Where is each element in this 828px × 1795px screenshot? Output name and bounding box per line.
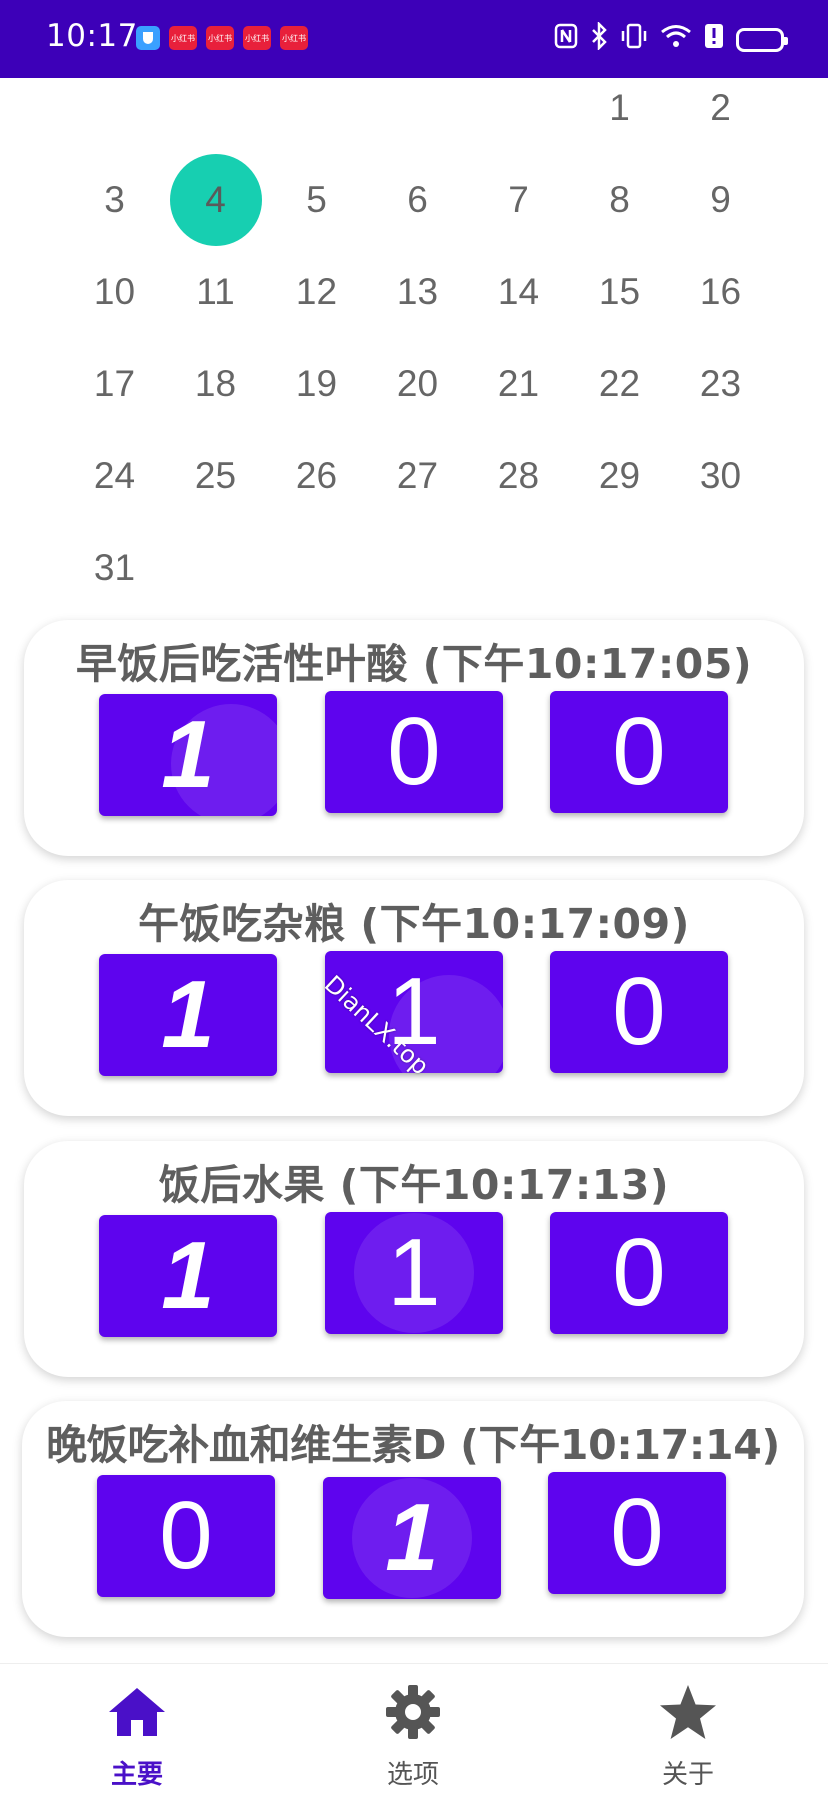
calendar-day[interactable]: 14 <box>468 246 569 338</box>
reminder-card: 午饭吃杂粮 (下午10:17:09) 1 1 0 <box>24 880 804 1116</box>
calendar-day[interactable]: 2 <box>670 62 771 154</box>
calendar-day[interactable]: 24 <box>64 430 165 522</box>
reminder-card: 晚饭吃补血和维生素D (下午10:17:14) 0 1 0 <box>22 1401 804 1637</box>
calendar-day[interactable]: 16 <box>670 246 771 338</box>
calendar-day[interactable]: 7 <box>468 154 569 246</box>
counter-box[interactable]: 1 <box>325 1212 503 1334</box>
calendar-day[interactable]: 11 <box>165 246 266 338</box>
counter-box[interactable]: 0 <box>550 1212 728 1334</box>
reminder-title: 午饭吃杂粮 (下午10:17:09) <box>138 900 690 948</box>
calendar-day[interactable]: 8 <box>569 154 670 246</box>
battery-icon <box>736 27 788 52</box>
calendar-day[interactable]: 3 <box>64 154 165 246</box>
calendar-day[interactable]: 29 <box>569 430 670 522</box>
calendar-day-selected[interactable]: 4 <box>165 154 266 246</box>
calendar-grid: 1 2 3 4 5 6 7 8 9 10 11 12 13 14 15 16 17 18 19 20 21 22 23 24 2… <box>64 62 764 614</box>
calendar-day[interactable]: 22 <box>569 338 670 430</box>
counter-box[interactable]: 0 <box>550 951 728 1073</box>
calendar-day[interactable]: 27 <box>367 430 468 522</box>
nav-item-about[interactable]: 关于 <box>608 1682 768 1791</box>
status-time: 10:17 <box>46 18 138 54</box>
calendar-day[interactable]: 1 <box>569 62 670 154</box>
calendar-day[interactable]: 5 <box>266 154 367 246</box>
counter-box[interactable]: 0 <box>97 1475 275 1597</box>
calendar-day[interactable]: 30 <box>670 430 771 522</box>
star-icon <box>658 1682 718 1742</box>
calendar-day[interactable]: 12 <box>266 246 367 338</box>
counter-box[interactable]: 0 <box>325 691 503 813</box>
home-icon <box>107 1682 167 1742</box>
shield-icon <box>136 26 160 50</box>
nav-label: 主要 <box>110 1760 163 1790</box>
calendar-day[interactable]: 26 <box>266 430 367 522</box>
bluetooth-icon <box>590 20 608 57</box>
calendar-day[interactable]: 28 <box>468 430 569 522</box>
calendar-day[interactable]: 20 <box>367 338 468 430</box>
counter-box[interactable]: 1 <box>99 954 277 1076</box>
counter-box[interactable]: 0 <box>548 1472 726 1594</box>
vibrate-icon <box>620 23 648 56</box>
counter-box[interactable]: 1 <box>323 1477 501 1599</box>
alert-icon <box>704 23 724 56</box>
reminder-card: 饭后水果 (下午10:17:13) 1 1 0 <box>24 1141 804 1377</box>
system-icons <box>554 20 788 57</box>
wifi-icon <box>660 23 692 56</box>
nfc-icon <box>554 23 578 56</box>
calendar-day[interactable]: 10 <box>64 246 165 338</box>
calendar-day[interactable]: 18 <box>165 338 266 430</box>
reminder-title: 饭后水果 (下午10:17:13) <box>158 1161 670 1209</box>
reminder-card: 早饭后吃活性叶酸 (下午10:17:05) 1 0 0 <box>24 620 804 856</box>
app-badge-icon: 小红书 <box>243 26 271 50</box>
nav-item-home[interactable]: 主要 <box>57 1682 217 1791</box>
app-badge-icon: 小红书 <box>169 26 197 50</box>
calendar-day[interactable]: 19 <box>266 338 367 430</box>
counter-box[interactable]: 0 <box>550 691 728 813</box>
gear-icon <box>384 1682 442 1742</box>
calendar-day[interactable]: 23 <box>670 338 771 430</box>
calendar-day[interactable]: 15 <box>569 246 670 338</box>
calendar-day[interactable]: 25 <box>165 430 266 522</box>
counter-box[interactable]: 1 <box>99 694 277 816</box>
reminder-title: 晚饭吃补血和维生素D (下午10:17:14) <box>46 1421 780 1469</box>
nav-label: 关于 <box>661 1760 714 1790</box>
calendar-day[interactable]: 6 <box>367 154 468 246</box>
app-badge-icon: 小红书 <box>280 26 308 50</box>
notification-icons: 小红书 小红书 小红书 小红书 <box>136 26 308 50</box>
calendar-day[interactable]: 13 <box>367 246 468 338</box>
reminder-title: 早饭后吃活性叶酸 (下午10:17:05) <box>75 640 753 688</box>
calendar-day[interactable]: 9 <box>670 154 771 246</box>
nav-label: 选项 <box>386 1760 439 1790</box>
calendar-day[interactable]: 31 <box>64 522 165 614</box>
app-badge-icon: 小红书 <box>206 26 234 50</box>
counter-box[interactable]: 1 <box>99 1215 277 1337</box>
bottom-navigation: 主要 选项 关于 <box>0 1663 828 1795</box>
calendar-day[interactable]: 17 <box>64 338 165 430</box>
calendar-day[interactable]: 21 <box>468 338 569 430</box>
nav-item-options[interactable]: 选项 <box>333 1682 493 1791</box>
